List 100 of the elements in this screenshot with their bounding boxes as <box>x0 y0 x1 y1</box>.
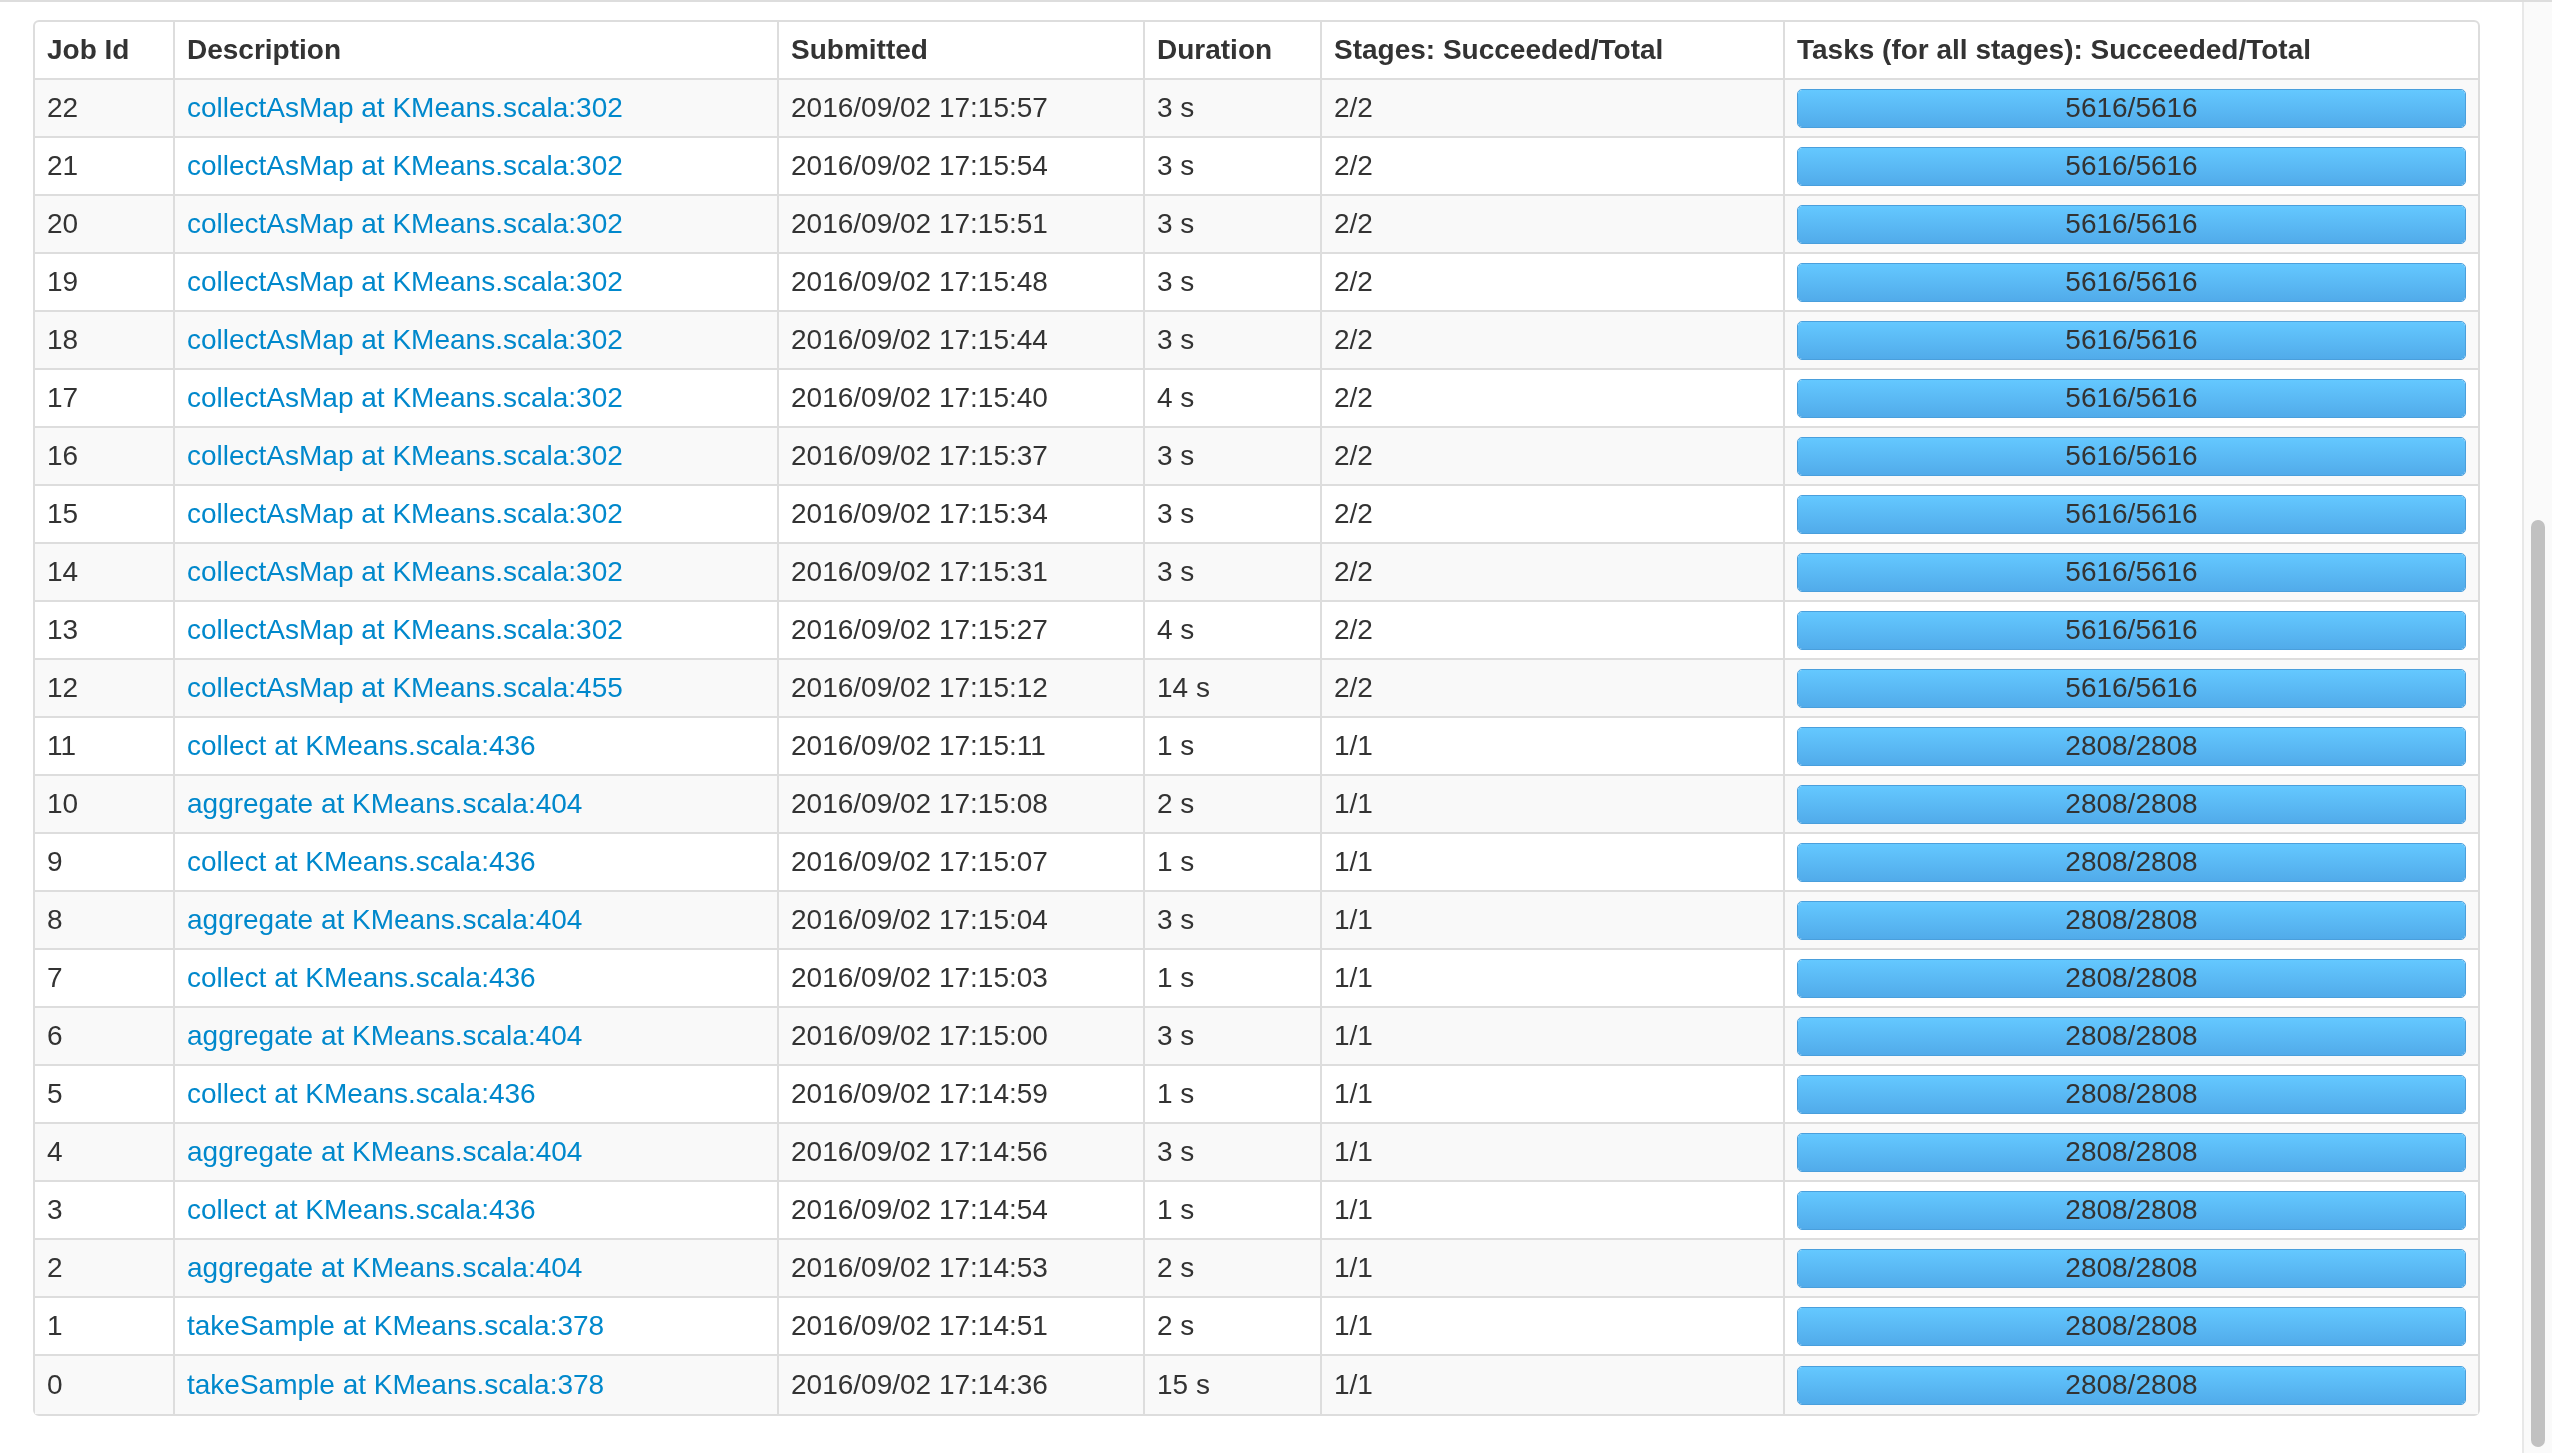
job-id: 3 <box>47 1194 63 1225</box>
duration: 4 s <box>1157 614 1195 645</box>
duration: 3 s <box>1157 208 1195 239</box>
submitted-time: 2016/09/02 17:15:40 <box>791 382 1048 413</box>
job-link[interactable]: collectAsMap at KMeans.scala:302 <box>187 614 623 645</box>
duration: 1 s <box>1157 730 1195 761</box>
submitted-time: 2016/09/02 17:15:00 <box>791 1020 1048 1051</box>
progress-label: 2808/2808 <box>2065 729 2198 763</box>
submitted-time: 2016/09/02 17:15:37 <box>791 440 1048 471</box>
submitted-time: 2016/09/02 17:15:11 <box>791 730 1046 761</box>
job-id: 0 <box>47 1369 63 1400</box>
duration: 3 s <box>1157 1020 1195 1051</box>
job-id: 18 <box>47 324 79 355</box>
job-id: 5 <box>47 1078 63 1109</box>
progress-label: 2808/2808 <box>2065 961 2198 995</box>
submitted-time: 2016/09/02 17:15:08 <box>791 788 1048 819</box>
stages-count: 1/1 <box>1334 1252 1373 1283</box>
job-link[interactable]: collectAsMap at KMeans.scala:302 <box>187 382 623 413</box>
scrollbar-thumb[interactable] <box>2531 520 2545 1447</box>
scrollbar[interactable] <box>2522 2 2552 1453</box>
stages-count: 2/2 <box>1334 440 1373 471</box>
job-link[interactable]: aggregate at KMeans.scala:404 <box>187 1252 583 1283</box>
job-id: 1 <box>47 1310 63 1341</box>
stages-count: 2/2 <box>1334 614 1373 645</box>
progress-label: 5616/5616 <box>2065 555 2198 589</box>
job-link[interactable]: collect at KMeans.scala:436 <box>187 1078 536 1109</box>
job-link[interactable]: collect at KMeans.scala:436 <box>187 730 536 761</box>
stages-count: 2/2 <box>1334 498 1373 529</box>
job-link[interactable]: aggregate at KMeans.scala:404 <box>187 1020 583 1051</box>
job-link[interactable]: takeSample at KMeans.scala:378 <box>187 1310 605 1341</box>
duration: 3 s <box>1157 324 1195 355</box>
progress-label: 2808/2808 <box>2065 1135 2198 1169</box>
duration: 2 s <box>1157 1310 1195 1341</box>
column-header[interactable]: Stages: Succeeded/Total <box>1334 34 1664 65</box>
job-id: 8 <box>47 904 63 935</box>
job-id: 20 <box>47 208 79 239</box>
job-id: 7 <box>47 962 63 993</box>
submitted-time: 2016/09/02 17:15:27 <box>791 614 1048 645</box>
stages-count: 1/1 <box>1334 1194 1373 1225</box>
progress-label: 2808/2808 <box>2065 1019 2198 1053</box>
stages-count: 1/1 <box>1334 788 1373 819</box>
column-header[interactable]: Submitted <box>791 34 928 65</box>
job-id: 14 <box>47 556 79 587</box>
job-link[interactable]: aggregate at KMeans.scala:404 <box>187 1136 583 1167</box>
submitted-time: 2016/09/02 17:15:48 <box>791 266 1048 297</box>
submitted-time: 2016/09/02 17:14:54 <box>791 1194 1048 1225</box>
duration: 15 s <box>1157 1369 1210 1400</box>
job-id: 13 <box>47 614 79 645</box>
submitted-time: 2016/09/02 17:15:54 <box>791 150 1048 181</box>
progress-label: 2808/2808 <box>2065 903 2198 937</box>
stages-count: 1/1 <box>1334 846 1373 877</box>
stages-count: 1/1 <box>1334 1369 1373 1400</box>
job-id: 21 <box>47 150 79 181</box>
submitted-time: 2016/09/02 17:14:36 <box>791 1369 1048 1400</box>
duration: 3 s <box>1157 92 1195 123</box>
progress-label: 5616/5616 <box>2065 149 2198 183</box>
duration: 3 s <box>1157 1136 1195 1167</box>
job-link[interactable]: aggregate at KMeans.scala:404 <box>187 788 583 819</box>
job-link[interactable]: collect at KMeans.scala:436 <box>187 846 536 877</box>
submitted-time: 2016/09/02 17:15:07 <box>791 846 1048 877</box>
job-link[interactable]: takeSample at KMeans.scala:378 <box>187 1369 605 1400</box>
duration: 1 s <box>1157 1194 1195 1225</box>
job-link[interactable]: collect at KMeans.scala:436 <box>187 1194 536 1225</box>
progress-label: 2808/2808 <box>2065 1309 2198 1343</box>
job-id: 4 <box>47 1136 63 1167</box>
column-header[interactable]: Tasks (for all stages): Succeeded/Total <box>1797 34 2311 65</box>
submitted-time: 2016/09/02 17:14:53 <box>791 1252 1048 1283</box>
progress-label: 5616/5616 <box>2065 671 2198 705</box>
job-link[interactable]: collectAsMap at KMeans.scala:302 <box>187 324 623 355</box>
submitted-time: 2016/09/02 17:14:59 <box>791 1078 1048 1109</box>
stages-count: 1/1 <box>1334 1078 1373 1109</box>
stages-count: 2/2 <box>1334 208 1373 239</box>
job-link[interactable]: aggregate at KMeans.scala:404 <box>187 904 583 935</box>
job-link[interactable]: collectAsMap at KMeans.scala:302 <box>187 556 623 587</box>
column-header[interactable]: Duration <box>1157 34 1273 65</box>
job-link[interactable]: collectAsMap at KMeans.scala:302 <box>187 208 623 239</box>
job-link[interactable]: collectAsMap at KMeans.scala:302 <box>187 150 623 181</box>
progress-label: 2808/2808 <box>2065 1251 2198 1285</box>
column-header[interactable]: Job Id <box>47 34 130 65</box>
submitted-time: 2016/09/02 17:15:57 <box>791 92 1048 123</box>
duration: 1 s <box>1157 846 1195 877</box>
stages-count: 2/2 <box>1334 382 1373 413</box>
job-link[interactable]: collectAsMap at KMeans.scala:302 <box>187 266 623 297</box>
stages-count: 1/1 <box>1334 1310 1373 1341</box>
duration: 14 s <box>1157 672 1210 703</box>
progress-label: 2808/2808 <box>2065 1368 2198 1402</box>
job-link[interactable]: collect at KMeans.scala:436 <box>187 962 536 993</box>
job-id: 19 <box>47 266 79 297</box>
job-link[interactable]: collectAsMap at KMeans.scala:302 <box>187 498 623 529</box>
job-link[interactable]: collectAsMap at KMeans.scala:455 <box>187 672 623 703</box>
stages-count: 1/1 <box>1334 904 1373 935</box>
submitted-time: 2016/09/02 17:14:51 <box>791 1310 1048 1341</box>
progress-label: 5616/5616 <box>2065 439 2198 473</box>
column-header[interactable]: Description <box>187 34 342 65</box>
job-link[interactable]: collectAsMap at KMeans.scala:302 <box>187 92 623 123</box>
stages-count: 2/2 <box>1334 672 1373 703</box>
progress-label: 2808/2808 <box>2065 1077 2198 1111</box>
job-link[interactable]: collectAsMap at KMeans.scala:302 <box>187 440 623 471</box>
submitted-time: 2016/09/02 17:15:31 <box>791 556 1048 587</box>
job-id: 16 <box>47 440 79 471</box>
